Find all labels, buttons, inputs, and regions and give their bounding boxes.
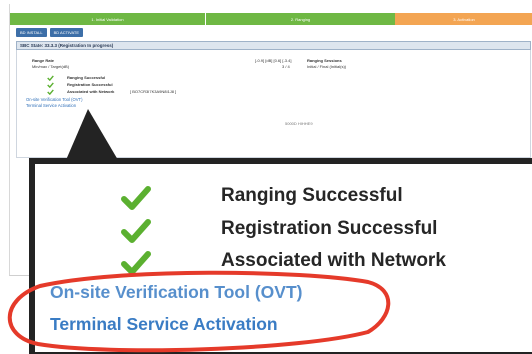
ovt-link[interactable]: On-site Verification Tool (OVT): [50, 282, 302, 303]
zoom-callout: Ranging Successful Registration Successf…: [29, 158, 532, 354]
terminal-service-activation-link[interactable]: Terminal Service Activation: [50, 314, 278, 335]
check-icon: [121, 251, 151, 275]
associated-with-network-text: Associated with Network: [221, 250, 446, 271]
ranging-successful-text: Ranging Successful: [221, 185, 403, 206]
check-icon: [121, 186, 151, 210]
registration-successful-text: Registration Successful: [221, 218, 438, 239]
check-icon: [121, 219, 151, 243]
